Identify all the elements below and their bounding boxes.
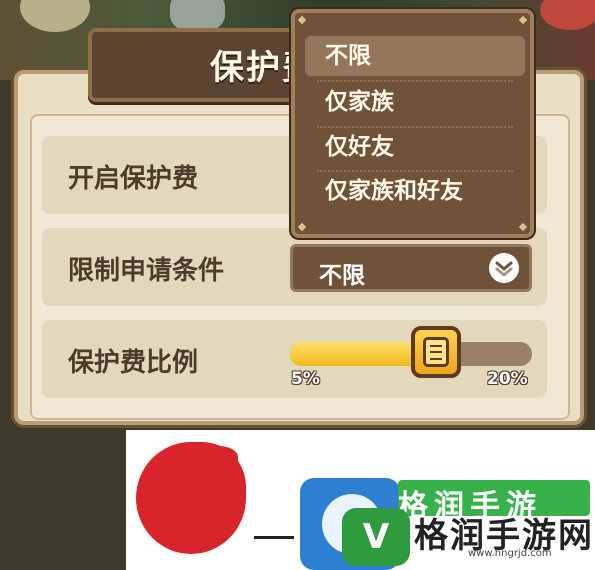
- dropdown-option-friends-only[interactable]: 仅好友: [305, 127, 525, 167]
- dropdown-option-unlimited[interactable]: 不限: [305, 36, 525, 76]
- ratio-slider-handle[interactable]: [411, 326, 461, 378]
- dropdown-option-family-and-friends[interactable]: 仅家族和好友: [305, 171, 525, 211]
- watermark-dash: [254, 536, 294, 539]
- corner-ornament: [297, 15, 307, 25]
- watermark-url: www.hngrjd.com: [468, 548, 552, 559]
- corner-ornament: [297, 222, 307, 232]
- dialog-title: 保护费: [210, 48, 300, 88]
- chevron-down-icon[interactable]: [489, 253, 519, 283]
- application-restriction-label: 限制申请条件: [68, 256, 225, 286]
- rooster-logo-comb: [200, 446, 238, 468]
- ratio-slider-fill: [290, 342, 431, 366]
- condition-dropdown-menu: 不限 仅家族 仅好友 仅家族和好友: [291, 9, 534, 238]
- protection-fee-ratio-label: 保护费比例: [68, 348, 199, 378]
- corner-ornament: [518, 222, 528, 232]
- background-decoration: [540, 0, 595, 30]
- dropdown-option-family-only[interactable]: 仅家族: [305, 82, 525, 122]
- select-current-value: 不限: [319, 263, 365, 289]
- corner-ornament: [518, 15, 528, 25]
- slider-max-label: 20%: [487, 369, 528, 389]
- background-character: [20, 0, 90, 32]
- slider-min-label: 5%: [291, 369, 320, 389]
- menu-lines-icon: [423, 337, 449, 367]
- enable-protection-fee-label: 开启保护费: [68, 164, 199, 194]
- watermark-logo-icon: V: [342, 508, 410, 566]
- application-condition-select[interactable]: 不限: [290, 244, 532, 292]
